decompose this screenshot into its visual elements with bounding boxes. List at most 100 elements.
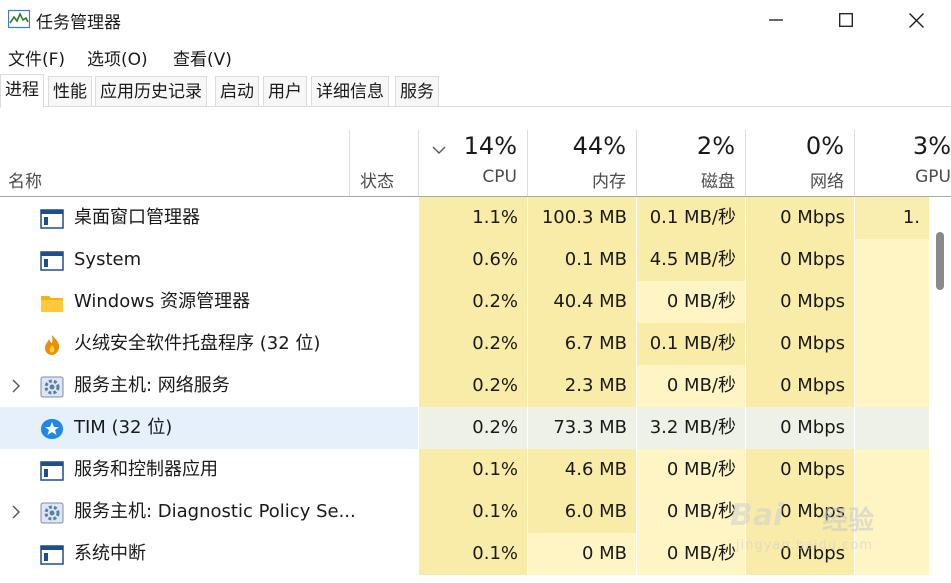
disk-value: 0 MB/秒 [637, 533, 745, 575]
menu-view[interactable]: 查看(V) [173, 45, 232, 70]
process-row[interactable]: TIM (32 位) 0.2% 73.3 MB 3.2 MB/秒 0 Mbps [0, 407, 951, 449]
cpu-value: 0.2% [419, 323, 527, 365]
network-total-percent: 0% [805, 132, 844, 160]
tab-startup[interactable]: 启动 [215, 76, 259, 106]
memory-value: 73.3 MB [528, 407, 636, 449]
process-row[interactable]: 桌面窗口管理器 1.1% 100.3 MB 0.1 MB/秒 0 Mbps 1. [0, 197, 951, 239]
memory-value: 2.3 MB [528, 365, 636, 407]
network-label: 网络 [810, 172, 844, 192]
window-title: 任务管理器 [36, 13, 121, 33]
disk-value: 3.2 MB/秒 [637, 407, 745, 449]
cpu-value: 0.2% [419, 281, 527, 323]
window-app-icon [40, 250, 64, 272]
gpu-value [855, 281, 929, 323]
tab-details[interactable]: 详细信息 [311, 76, 389, 106]
disk-value: 0.1 MB/秒 [637, 323, 745, 365]
network-value: 0 Mbps [746, 197, 854, 239]
memory-total-percent: 44% [572, 132, 626, 160]
disk-value: 0 MB/秒 [637, 449, 745, 491]
gpu-value [855, 323, 929, 365]
network-value: 0 Mbps [746, 239, 854, 281]
watermark-brand: Bai [730, 498, 784, 533]
cpu-value: 1.1% [419, 197, 527, 239]
tab-bar: 进程 性能 应用历史记录 启动 用户 详细信息 服务 [0, 74, 951, 108]
baidu-watermark: Bai 经验 jingyan.baidu.com [730, 492, 930, 562]
cpu-label: CPU [482, 167, 517, 187]
column-name[interactable]: 名称 [8, 167, 42, 192]
gpu-value [855, 449, 929, 491]
cpu-value: 0.6% [419, 239, 527, 281]
window-app-icon [40, 544, 64, 566]
gpu-value: 1. [855, 197, 929, 239]
gear-service-icon [40, 502, 64, 524]
cpu-value: 0.1% [419, 449, 527, 491]
memory-value: 0 MB [528, 533, 636, 575]
tab-services[interactable]: 服务 [395, 76, 439, 106]
maximize-button[interactable] [811, 0, 881, 40]
cpu-value: 0.2% [419, 407, 527, 449]
tab-performance[interactable]: 性能 [48, 76, 92, 106]
disk-value: 4.5 MB/秒 [637, 239, 745, 281]
disk-value: 0 MB/秒 [637, 365, 745, 407]
minimize-button[interactable] [741, 0, 811, 40]
menu-bar: 文件(F) 选项(O) 查看(V) [0, 40, 951, 72]
memory-value: 0.1 MB [528, 239, 636, 281]
process-row[interactable]: 服务和控制器应用 0.1% 4.6 MB 0 MB/秒 0 Mbps [0, 449, 951, 491]
close-button[interactable] [881, 0, 951, 40]
tab-app-history[interactable]: 应用历史记录 [95, 76, 207, 106]
process-name: TIM (32 位) [74, 417, 173, 438]
folder-icon [40, 292, 64, 314]
disk-label: 磁盘 [701, 172, 735, 192]
network-value: 0 Mbps [746, 449, 854, 491]
tab-users[interactable]: 用户 [263, 76, 307, 106]
gear-service-icon [40, 376, 64, 398]
disk-value: 0 MB/秒 [637, 281, 745, 323]
cpu-total-percent: 14% [463, 132, 517, 160]
network-value: 0 Mbps [746, 407, 854, 449]
maximize-icon [839, 13, 853, 27]
chevron-right-icon[interactable] [8, 504, 24, 520]
gpu-label: GPU [915, 167, 951, 187]
disk-value: 0.1 MB/秒 [637, 197, 745, 239]
process-name: Windows 资源管理器 [74, 291, 251, 312]
close-icon [908, 12, 924, 28]
process-name: 服务主机: 网络服务 [74, 375, 230, 396]
column-status[interactable]: 状态 [360, 167, 394, 192]
huorong-flame-icon [40, 334, 64, 356]
memory-value: 6.0 MB [528, 491, 636, 533]
process-name: 火绒安全软件托盘程序 (32 位) [74, 333, 321, 354]
gpu-total-percent: 3% [912, 132, 951, 160]
cpu-value: 0.1% [419, 533, 527, 575]
process-name: 桌面窗口管理器 [74, 207, 200, 228]
network-value: 0 Mbps [746, 365, 854, 407]
tab-processes[interactable]: 进程 [0, 74, 44, 108]
window-app-icon [40, 460, 64, 482]
disk-value: 0 MB/秒 [637, 491, 745, 533]
network-value: 0 Mbps [746, 323, 854, 365]
minimize-icon [769, 13, 783, 27]
process-name: System [74, 249, 142, 270]
chevron-right-icon[interactable] [8, 378, 24, 394]
memory-value: 100.3 MB [528, 197, 636, 239]
process-row[interactable]: Windows 资源管理器 0.2% 40.4 MB 0 MB/秒 0 Mbps [0, 281, 951, 323]
process-row[interactable]: 服务主机: 网络服务 0.2% 2.3 MB 0 MB/秒 0 Mbps [0, 365, 951, 407]
tim-star-icon [40, 418, 64, 440]
title-bar: 任务管理器 [0, 0, 951, 40]
process-name: 服务主机: Diagnostic Policy Se... [74, 501, 356, 522]
cpu-value: 0.2% [419, 365, 527, 407]
process-row[interactable]: System 0.6% 0.1 MB 4.5 MB/秒 0 Mbps [0, 239, 951, 281]
process-name: 服务和控制器应用 [74, 459, 218, 480]
process-row[interactable]: 火绒安全软件托盘程序 (32 位) 0.2% 6.7 MB 0.1 MB/秒 0 Mbp… [0, 323, 951, 365]
scrollbar-thumb[interactable] [936, 232, 944, 290]
menu-options[interactable]: 选项(O) [87, 45, 148, 70]
memory-value: 4.6 MB [528, 449, 636, 491]
window-app-icon [40, 208, 64, 230]
network-value: 0 Mbps [746, 281, 854, 323]
gpu-value [855, 407, 929, 449]
disk-total-percent: 2% [696, 132, 735, 160]
column-divider[interactable] [349, 130, 350, 196]
watermark-brand-suffix: 经验 [822, 506, 875, 536]
menu-file[interactable]: 文件(F) [8, 45, 65, 70]
column-header: 名称 状态 14% CPU 44% 内存 2% 磁盘 0% 网络 3% GPU [0, 130, 951, 197]
memory-label: 内存 [592, 172, 626, 192]
